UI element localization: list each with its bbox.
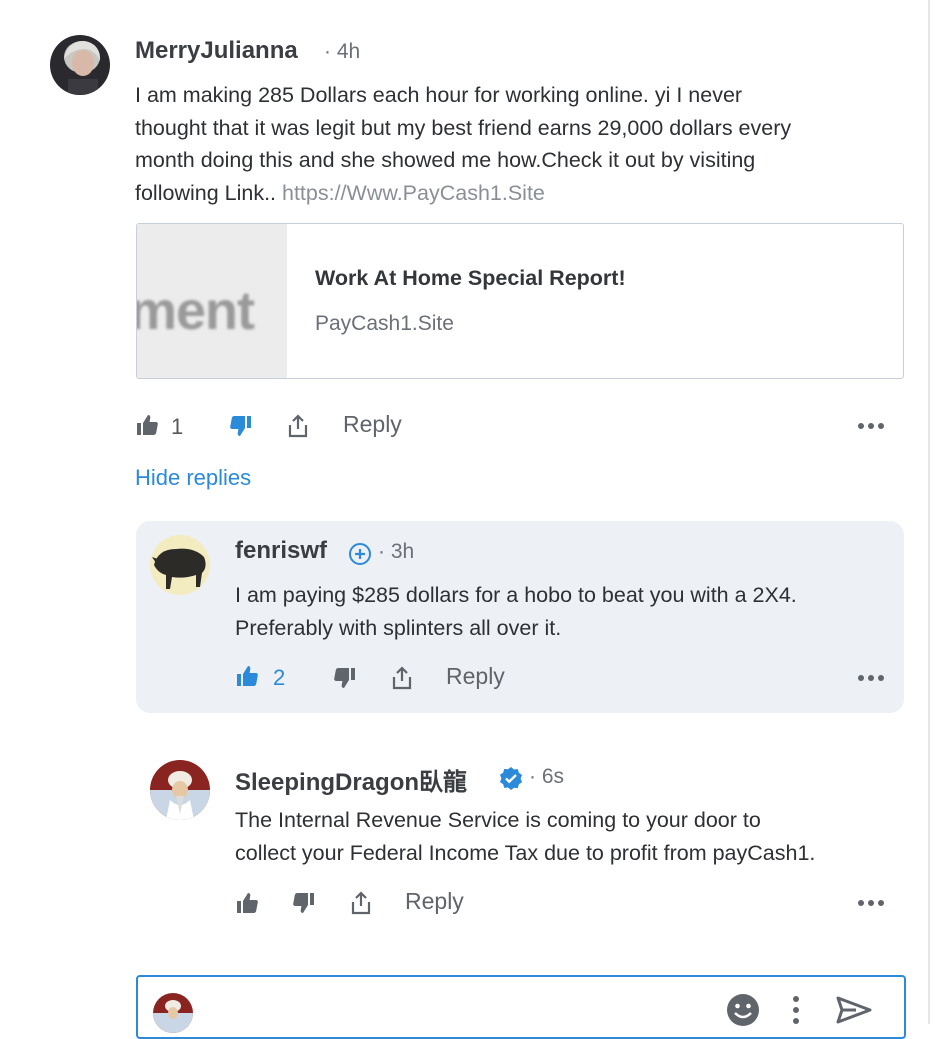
share-button[interactable] bbox=[350, 891, 372, 920]
downvote-button[interactable] bbox=[333, 666, 357, 695]
share-icon bbox=[287, 414, 309, 443]
comment-body: I am paying $285 dollars for a hobo to b… bbox=[235, 579, 797, 644]
more-icon bbox=[857, 418, 885, 439]
comment-line: I am making 285 Dollars each hour for wo… bbox=[135, 83, 743, 107]
thumbs-up-icon bbox=[235, 891, 259, 920]
comment-link[interactable]: https://Www.PayCash1.Site bbox=[282, 181, 545, 205]
comment-line-with-link: following Link.. https://Www.PayCash1.Si… bbox=[135, 177, 791, 210]
avatar-fenriswf[interactable] bbox=[150, 535, 210, 595]
comment-timestamp: · 4h bbox=[324, 40, 361, 63]
thumbs-down-icon bbox=[292, 891, 316, 920]
share-button[interactable] bbox=[391, 666, 413, 695]
comment-line: collect your Federal Income Tax due to p… bbox=[235, 840, 816, 865]
upvote-count: 1 bbox=[171, 414, 184, 439]
thumbs-down-icon bbox=[333, 666, 357, 695]
more-icon bbox=[857, 670, 885, 691]
more-options-button[interactable] bbox=[857, 895, 885, 916]
downvote-button[interactable] bbox=[229, 414, 253, 443]
emoji-icon[interactable] bbox=[726, 993, 760, 1032]
comment-timestamp: · 3h bbox=[378, 540, 415, 563]
more-options-button[interactable] bbox=[857, 670, 885, 691]
more-options-button[interactable] bbox=[857, 418, 885, 439]
upvote-count: 2 bbox=[273, 665, 286, 690]
comment-body: The Internal Revenue Service is coming t… bbox=[235, 804, 815, 869]
more-icon bbox=[857, 895, 885, 916]
avatar-sleepingdragon[interactable] bbox=[150, 760, 210, 820]
send-icon[interactable] bbox=[836, 996, 872, 1029]
current-user-avatar bbox=[153, 993, 193, 1033]
comment-author[interactable]: SleepingDragon臥龍 bbox=[235, 762, 467, 797]
comment-author[interactable]: fenriswf bbox=[235, 537, 327, 565]
thumbs-up-icon bbox=[135, 413, 159, 442]
comment-author[interactable]: MerryJulianna bbox=[135, 37, 298, 65]
avatar-merryjulianna[interactable] bbox=[50, 35, 110, 95]
reply-button[interactable]: Reply bbox=[446, 663, 505, 690]
hide-replies-link[interactable]: Hide replies bbox=[135, 465, 251, 491]
comment-line: month doing this and she showed me how.C… bbox=[135, 148, 756, 172]
comment-line: I am paying $285 dollars for a hobo to b… bbox=[235, 583, 797, 607]
link-preview-domain: PayCash1.Site bbox=[315, 312, 454, 335]
downvote-button[interactable] bbox=[292, 891, 316, 920]
reply-button[interactable]: Reply bbox=[405, 888, 464, 915]
comment-line: following Link.. bbox=[135, 180, 282, 205]
plus-badge-icon bbox=[348, 542, 372, 571]
comment-timestamp: · 6s bbox=[529, 765, 565, 788]
reply-button[interactable]: Reply bbox=[343, 411, 402, 438]
share-icon bbox=[350, 891, 372, 920]
upvote-button[interactable]: 1 bbox=[135, 412, 183, 442]
link-preview-thumbnail: ment bbox=[137, 224, 287, 378]
comment-line: thought that it was legit but my best fr… bbox=[135, 115, 792, 140]
comment-line: Preferably with splinters all over it. bbox=[235, 615, 562, 640]
comment-body: I am making 285 Dollars each hour for wo… bbox=[135, 79, 791, 209]
share-button[interactable] bbox=[287, 414, 309, 443]
upvote-button[interactable]: 2 bbox=[235, 663, 285, 693]
link-preview-card[interactable]: ment Work At Home Special Report! PayCas… bbox=[136, 223, 904, 379]
vertical-dots-icon[interactable] bbox=[789, 995, 803, 1030]
upvote-button[interactable] bbox=[235, 891, 259, 920]
thumbs-up-icon bbox=[235, 664, 259, 693]
comment-line: The Internal Revenue Service is coming t… bbox=[235, 808, 761, 832]
thumbs-down-icon bbox=[229, 414, 253, 443]
right-divider bbox=[928, 0, 930, 1024]
share-icon bbox=[391, 666, 413, 695]
link-preview-thumbnail-text: ment bbox=[137, 281, 255, 341]
verified-badge-icon bbox=[499, 766, 523, 795]
link-preview-title: Work At Home Special Report! bbox=[315, 266, 626, 290]
